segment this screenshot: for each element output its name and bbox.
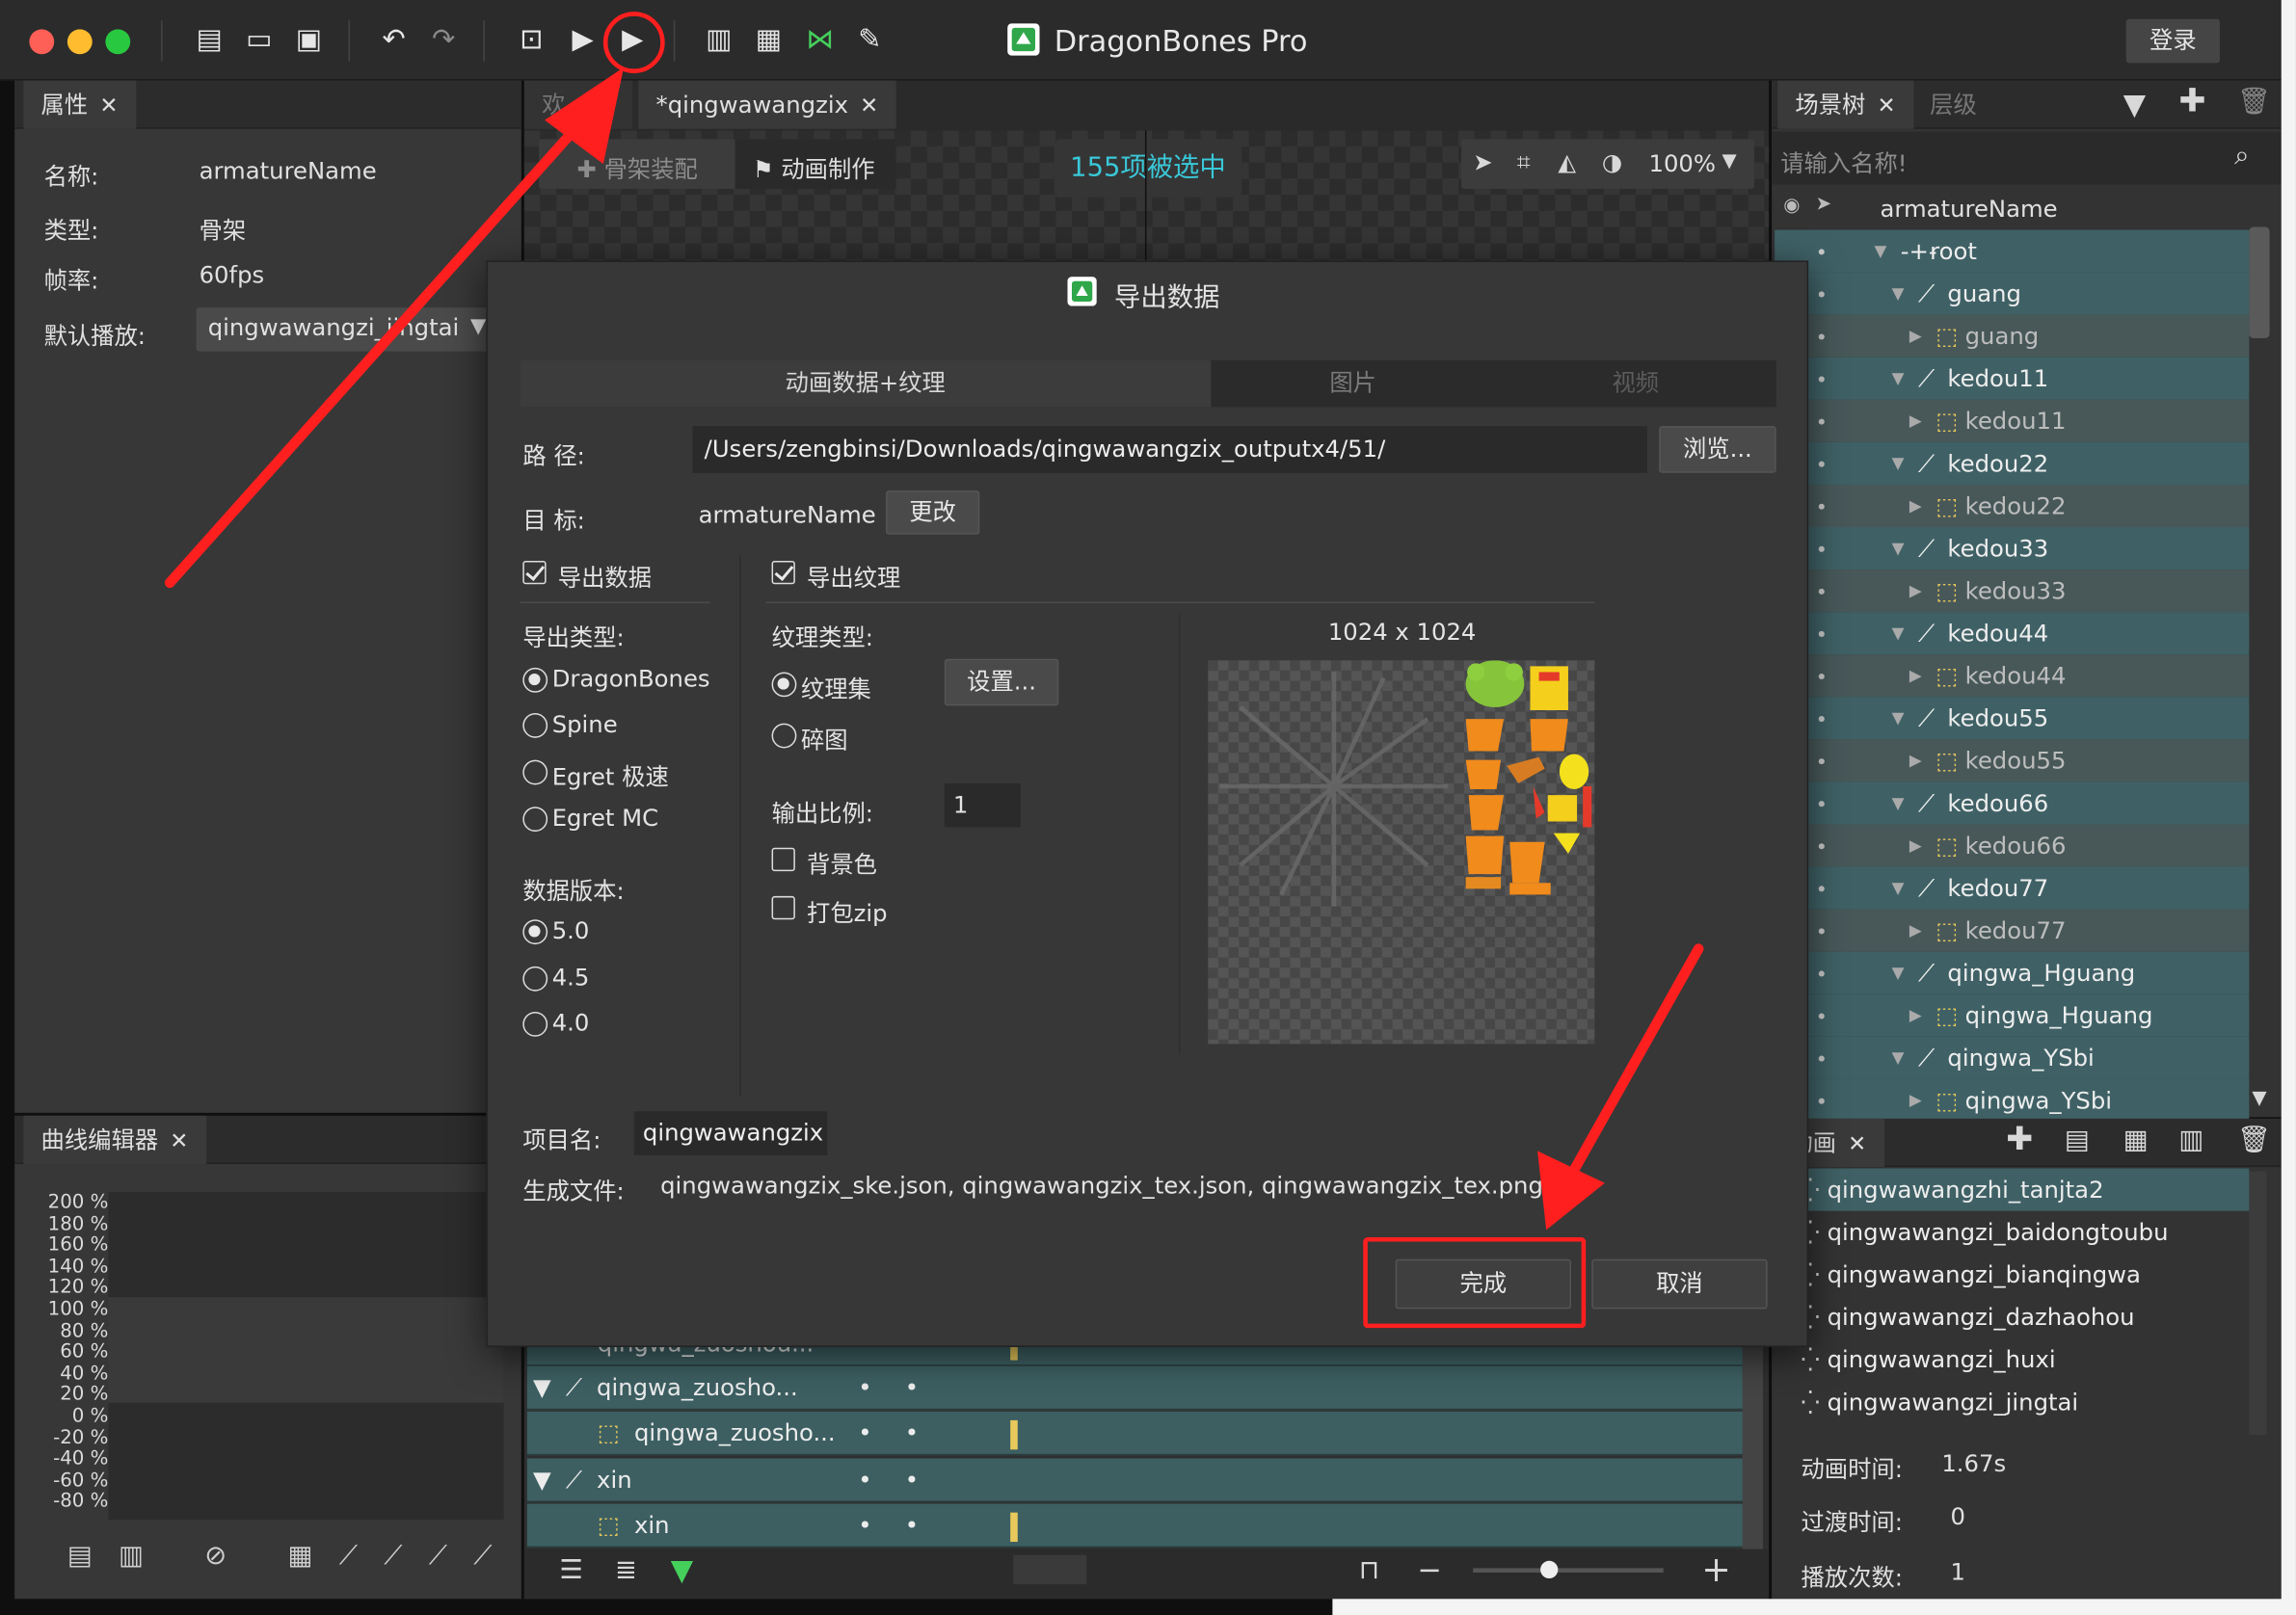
background-window-edge <box>2281 0 2296 1615</box>
arrowhead-icon <box>1537 1151 1605 1231</box>
annotation-arrows <box>164 66 1704 1231</box>
background-window-edge <box>1332 1599 2296 1615</box>
arrow-to-export-icon <box>164 112 591 589</box>
screenshot-stage: ▤ ▭ ▣ ↶ ↷ ⊡ ▶ ▶ ▥ ▦ ⋈ ✎ DragonBones Pro … <box>0 0 2296 1615</box>
arrow-to-ok-button <box>1562 943 1704 1189</box>
